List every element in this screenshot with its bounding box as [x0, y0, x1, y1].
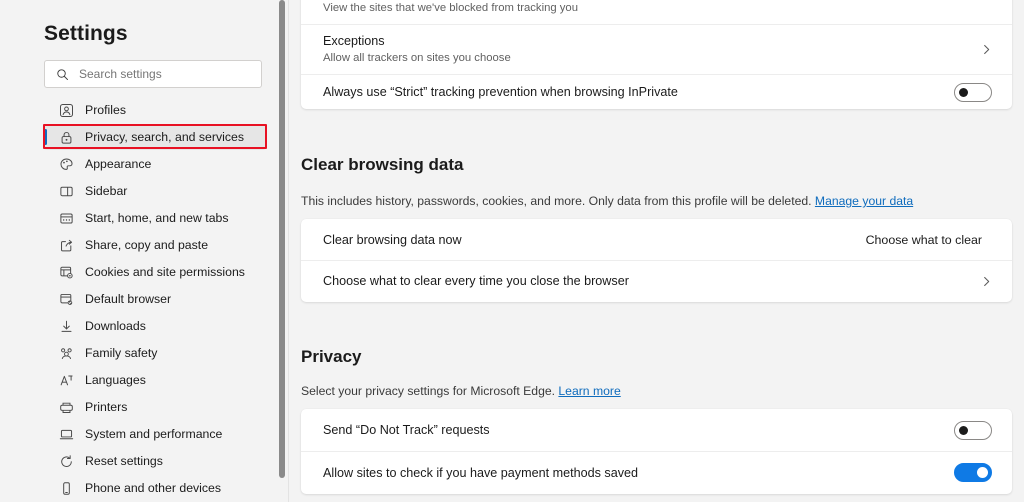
sidebar-item-privacy-search-and-services[interactable]: Privacy, search, and services — [44, 124, 266, 150]
tracking-prevention-card: View the sites that we've blocked from t… — [301, 0, 1012, 109]
browser-window-icon — [56, 208, 76, 228]
sidebar-item-printers[interactable]: Printers — [44, 394, 266, 420]
toggle-knob — [959, 425, 968, 435]
payment-methods-row[interactable]: Allow sites to check if you have payment… — [301, 451, 1012, 493]
inprivate-strict-title: Always use “Strict” tracking prevention … — [323, 85, 678, 99]
printer-icon — [56, 397, 76, 417]
sidebar-item-label: Phone and other devices — [85, 481, 222, 495]
sidebar-item-label: Privacy, search, and services — [85, 130, 245, 144]
toggle-knob — [959, 87, 968, 97]
inprivate-strict-toggle[interactable] — [954, 82, 992, 102]
blocked-sites-description: View the sites that we've blocked from t… — [323, 2, 578, 14]
language-a-icon — [56, 370, 76, 390]
sidebar-item-default-browser[interactable]: Default browser — [44, 286, 266, 312]
blocked-sites-row[interactable]: View the sites that we've blocked from t… — [301, 0, 1012, 24]
do-not-track-row[interactable]: Send “Do Not Track” requests — [301, 409, 1012, 451]
sidebar-item-downloads[interactable]: Downloads — [44, 313, 266, 339]
reset-circular-arrow-icon — [56, 451, 76, 471]
default-browser-icon — [56, 289, 76, 309]
sidebar-scrollbar[interactable] — [277, 0, 288, 502]
privacy-card: Send “Do Not Track” requests Allow sites… — [301, 409, 1012, 494]
clear-on-close-row[interactable]: Choose what to clear every time you clos… — [301, 260, 1012, 301]
settings-page: Settings Profiles — [0, 0, 1024, 502]
laptop-icon — [56, 424, 76, 444]
privacy-description: Select your privacy settings for Microso… — [301, 384, 621, 398]
family-people-icon — [56, 343, 76, 363]
learn-more-link[interactable]: Learn more — [558, 384, 620, 398]
chevron-right-icon[interactable] — [972, 276, 992, 287]
sidebar-item-reset-settings[interactable]: Reset settings — [44, 448, 266, 474]
share-icon — [56, 235, 76, 255]
sidebar-item-start-home-and-new-tabs[interactable]: Start, home, and new tabs — [44, 205, 266, 231]
do-not-track-title: Send “Do Not Track” requests — [323, 423, 490, 437]
sidebar-item-label: Appearance — [85, 157, 152, 171]
sidebar-item-label: Default browser — [85, 292, 172, 306]
sidebar-nav-list: Profiles Privacy, search, and services A… — [44, 97, 266, 502]
search-input[interactable] — [77, 66, 253, 82]
sidebar-item-label: Printers — [85, 400, 128, 414]
sidebar-item-label: Reset settings — [85, 454, 163, 468]
clear-on-close-title: Choose what to clear every time you clos… — [323, 274, 629, 288]
sidebar-item-label: Languages — [85, 373, 146, 387]
sidebar-item-label: Downloads — [85, 319, 146, 333]
settings-main-content: View the sites that we've blocked from t… — [289, 0, 1024, 502]
clear-browsing-data-description-text: This includes history, passwords, cookie… — [301, 194, 815, 208]
sidebar-item-cookies-and-site-permissions[interactable]: Cookies and site permissions — [44, 259, 266, 285]
cookie-settings-icon — [56, 262, 76, 282]
phone-icon — [56, 478, 76, 498]
inprivate-strict-row[interactable]: Always use “Strict” tracking prevention … — [301, 74, 1012, 109]
sidebar-item-system-and-performance[interactable]: System and performance — [44, 421, 266, 447]
exceptions-row[interactable]: Exceptions Allow all trackers on sites y… — [301, 24, 1012, 74]
choose-what-to-clear-button[interactable]: Choose what to clear — [855, 227, 992, 252]
exceptions-title: Exceptions — [323, 34, 385, 48]
exceptions-subtitle: Allow all trackers on sites you choose — [323, 52, 511, 64]
sidebar-item-sidebar[interactable]: Sidebar — [44, 178, 266, 204]
payment-methods-toggle[interactable] — [954, 463, 992, 482]
profile-icon — [56, 100, 76, 120]
sidebar-item-share-copy-and-paste[interactable]: Share, copy and paste — [44, 232, 266, 258]
sidebar-item-label: Share, copy and paste — [85, 238, 209, 252]
sidebar-panel-icon — [56, 181, 76, 201]
download-arrow-icon — [56, 316, 76, 336]
sidebar-item-label: Cookies and site permissions — [85, 265, 245, 279]
manage-your-data-link[interactable]: Manage your data — [815, 194, 913, 208]
sidebar-item-label: Sidebar — [85, 184, 128, 198]
sidebar-item-label: System and performance — [85, 427, 223, 441]
do-not-track-toggle[interactable] — [954, 420, 992, 440]
sidebar-item-appearance[interactable]: Appearance — [44, 151, 266, 177]
search-icon — [53, 68, 71, 81]
sidebar-item-label: Start, home, and new tabs — [85, 211, 229, 225]
chevron-right-icon[interactable] — [972, 44, 992, 55]
clear-browsing-data-now-row[interactable]: Clear browsing data now Choose what to c… — [301, 219, 1012, 260]
settings-sidebar: Settings Profiles — [0, 0, 289, 502]
clear-browsing-data-description: This includes history, passwords, cookie… — [301, 194, 913, 208]
palette-icon — [56, 154, 76, 174]
clear-browsing-data-heading: Clear browsing data — [301, 155, 464, 174]
payment-methods-title: Allow sites to check if you have payment… — [323, 465, 639, 480]
lock-icon — [56, 127, 76, 147]
sidebar-item-label: Profiles — [85, 103, 127, 117]
selection-indicator — [44, 129, 47, 145]
sidebar-item-languages[interactable]: Languages — [44, 367, 266, 393]
search-settings-box[interactable] — [44, 60, 262, 88]
sidebar-item-profiles[interactable]: Profiles — [44, 97, 266, 123]
privacy-description-text: Select your privacy settings for Microso… — [301, 384, 559, 398]
sidebar-scrollbar-thumb[interactable] — [279, 0, 285, 478]
clear-browsing-data-now-title: Clear browsing data now — [323, 232, 462, 247]
sidebar-item-family-safety[interactable]: Family safety — [44, 340, 266, 366]
clear-browsing-data-card: Clear browsing data now Choose what to c… — [301, 219, 1012, 302]
sidebar-item-label: Family safety — [85, 346, 158, 360]
toggle-knob — [977, 467, 988, 478]
page-title: Settings — [44, 22, 128, 45]
privacy-heading: Privacy — [301, 347, 362, 366]
sidebar-item-phone-and-other-devices[interactable]: Phone and other devices — [44, 475, 266, 501]
